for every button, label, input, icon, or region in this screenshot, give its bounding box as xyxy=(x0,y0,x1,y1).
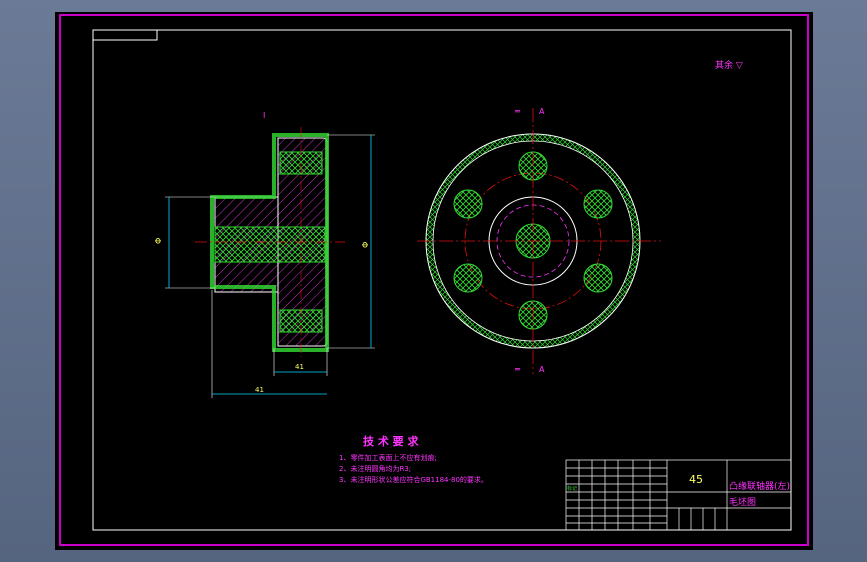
tech-item-1: 1、零件加工表面上不应有划痕; xyxy=(339,453,437,462)
section-tag: I xyxy=(263,111,265,120)
svg-text:A: A xyxy=(539,107,545,116)
mark-label: 标记 xyxy=(567,485,577,492)
roughness-note: 其余 ▽ xyxy=(715,59,743,71)
title-block xyxy=(565,459,792,531)
part-name-line2: 毛坯图 xyxy=(729,496,756,508)
end-view: ═ A ═ A xyxy=(417,107,661,374)
dim-total: 41 xyxy=(255,386,264,394)
tech-requirements: 技 术 要 求 1、零件加工表面上不应有划痕; 2、未注明圆角均为R3; 3、未… xyxy=(339,434,488,484)
part-name-line1: 凸缘联轴器(左) xyxy=(729,480,790,492)
code-box xyxy=(92,29,158,41)
tech-item-2: 2、未注明圆角均为R3; xyxy=(339,464,411,473)
cad-viewport[interactable]: 其余 ▽ Φ Φ 41 41 I ═ A ═ A 技 术 要 求 1、零件加工表… xyxy=(55,12,813,550)
section-view: Φ Φ 41 41 I xyxy=(154,111,375,398)
svg-text:A: A xyxy=(539,365,545,374)
svg-text:═: ═ xyxy=(514,107,520,116)
dim-right: Φ xyxy=(361,242,370,248)
tech-title: 技 术 要 求 xyxy=(363,434,419,448)
dim-hub: 41 xyxy=(295,363,304,371)
dim-left: Φ xyxy=(154,238,163,244)
material: 45 xyxy=(689,473,703,486)
svg-text:═: ═ xyxy=(514,365,520,374)
drawing-canvas: 其余 ▽ Φ Φ 41 41 I ═ A ═ A 技 术 要 求 1、零件加工表… xyxy=(59,14,809,546)
tech-item-3: 3、未注明形状公差应符合GB1184-80的要求。 xyxy=(339,475,488,484)
